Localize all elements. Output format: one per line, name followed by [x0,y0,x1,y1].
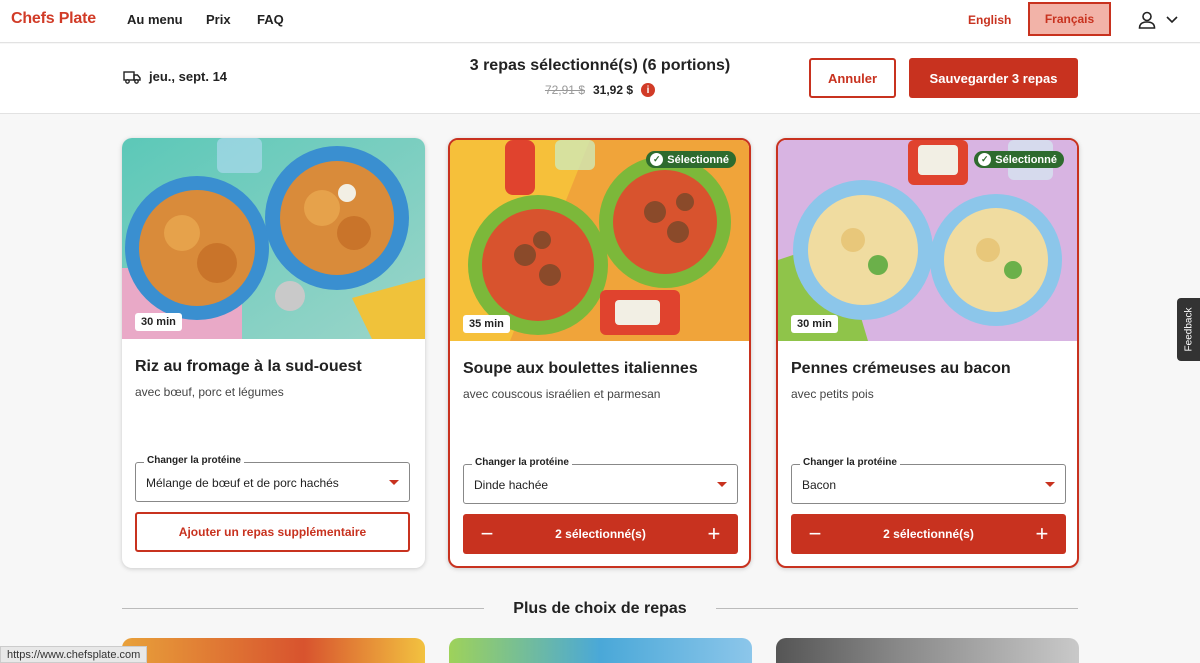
feedback-tab[interactable]: Feedback [1177,298,1200,361]
selection-summary-bar: jeu., sept. 14 3 repas sélectionné(s) (6… [0,44,1200,114]
dropdown-caret-icon [717,482,727,487]
protein-select[interactable]: Changer la protéine Dinde hachée [463,457,738,504]
meal-title[interactable]: Pennes crémeuses au bacon [791,360,1011,378]
cancel-button[interactable]: Annuler [809,58,896,98]
meal-card-image-preview[interactable] [776,638,1079,663]
selected-badge: ✓ Sélectionné [646,151,736,168]
dropdown-caret-icon [1045,482,1055,487]
protein-select[interactable]: Changer la protéine Bacon [791,457,1066,504]
user-icon [1138,11,1156,29]
prep-time-badge: 30 min [135,313,182,331]
prep-time-badge: 30 min [791,315,838,333]
selection-title: 3 repas sélectionné(s) (6 portions) [469,57,731,74]
delivery-date: jeu., sept. 14 [123,69,227,84]
meal-card: 30 min Riz au fromage à la sud-ouest ave… [122,138,425,568]
selected-badge: ✓ Sélectionné [974,151,1064,168]
meal-image [122,138,425,339]
protein-select[interactable]: Changer la protéine Mélange de bœuf et d… [135,455,410,502]
chefs-plate-logo[interactable]: Chefs Plate [11,10,96,28]
account-menu-button[interactable] [1138,9,1186,31]
save-meals-button[interactable]: Sauvegarder 3 repas [909,58,1078,98]
original-price: 72,91 $ [544,83,585,97]
selected-badge-label: Sélectionné [667,153,729,166]
nav-link-menu[interactable]: Au menu [127,12,183,27]
minus-button[interactable]: − [805,523,825,545]
protein-select-value: Dinde hachée [474,478,549,492]
protein-select-value: Bacon [802,478,837,492]
delivery-truck-icon [123,70,141,84]
delivery-date-text: jeu., sept. 14 [149,69,228,84]
quantity-stepper-label: 2 sélectionné(s) [555,527,646,541]
chevron-down-icon [1166,16,1178,24]
protein-select-label: Changer la protéine [800,457,900,468]
protein-select-value: Mélange de bœuf et de porc hachés [146,476,339,490]
prep-time-badge: 35 min [463,315,510,333]
meal-card-image-preview[interactable] [449,638,752,663]
nav-link-pricing[interactable]: Prix [206,12,231,27]
dropdown-caret-icon [389,480,399,485]
plus-button[interactable]: + [1032,523,1052,545]
meal-title[interactable]: Soupe aux boulettes italiennes [463,360,698,378]
price-info-icon[interactable]: i [641,83,656,97]
price-row: 72,91 $ 31,92 $ i [400,83,800,97]
more-meals-divider: Plus de choix de repas [122,598,1078,620]
plus-button[interactable]: + [704,523,724,545]
browser-status-url: https://www.chefsplate.com [0,646,148,663]
discounted-price: 31,92 $ [593,83,634,97]
meal-subtitle: avec petits pois [791,387,874,401]
language-english-link[interactable]: English [968,13,1011,27]
more-meals-title: Plus de choix de repas [513,600,687,617]
minus-button[interactable]: − [477,523,497,545]
quantity-stepper-label: 2 sélectionné(s) [883,527,974,541]
quantity-stepper: − 2 sélectionné(s) + [791,514,1066,554]
language-french-button[interactable]: Français [1028,2,1111,36]
meal-subtitle: avec bœuf, porc et légumes [135,385,284,399]
meal-image [450,140,749,341]
meal-image [778,140,1077,341]
meal-title[interactable]: Riz au fromage à la sud-ouest [135,358,362,376]
check-icon: ✓ [650,153,664,166]
meal-card-image-preview[interactable] [122,638,425,663]
meal-card: ✓ Sélectionné 30 min Pennes crémeuses au… [776,138,1079,568]
meal-subtitle: avec couscous israélien et parmesan [463,387,661,401]
protein-select-label: Changer la protéine [472,457,572,468]
protein-select-label: Changer la protéine [144,455,244,466]
add-extra-meal-button[interactable]: Ajouter un repas supplémentaire [135,512,410,552]
meal-card: ✓ Sélectionné 35 min Soupe aux boulettes… [448,138,751,568]
top-nav: Chefs Plate Au menu Prix FAQ English Fra… [0,0,1200,43]
check-icon: ✓ [978,153,992,166]
feedback-label: Feedback [1183,307,1195,352]
quantity-stepper: − 2 sélectionné(s) + [463,514,738,554]
divider-line [716,608,1078,609]
selected-badge-label: Sélectionné [995,153,1057,166]
nav-link-faq[interactable]: FAQ [257,12,284,27]
